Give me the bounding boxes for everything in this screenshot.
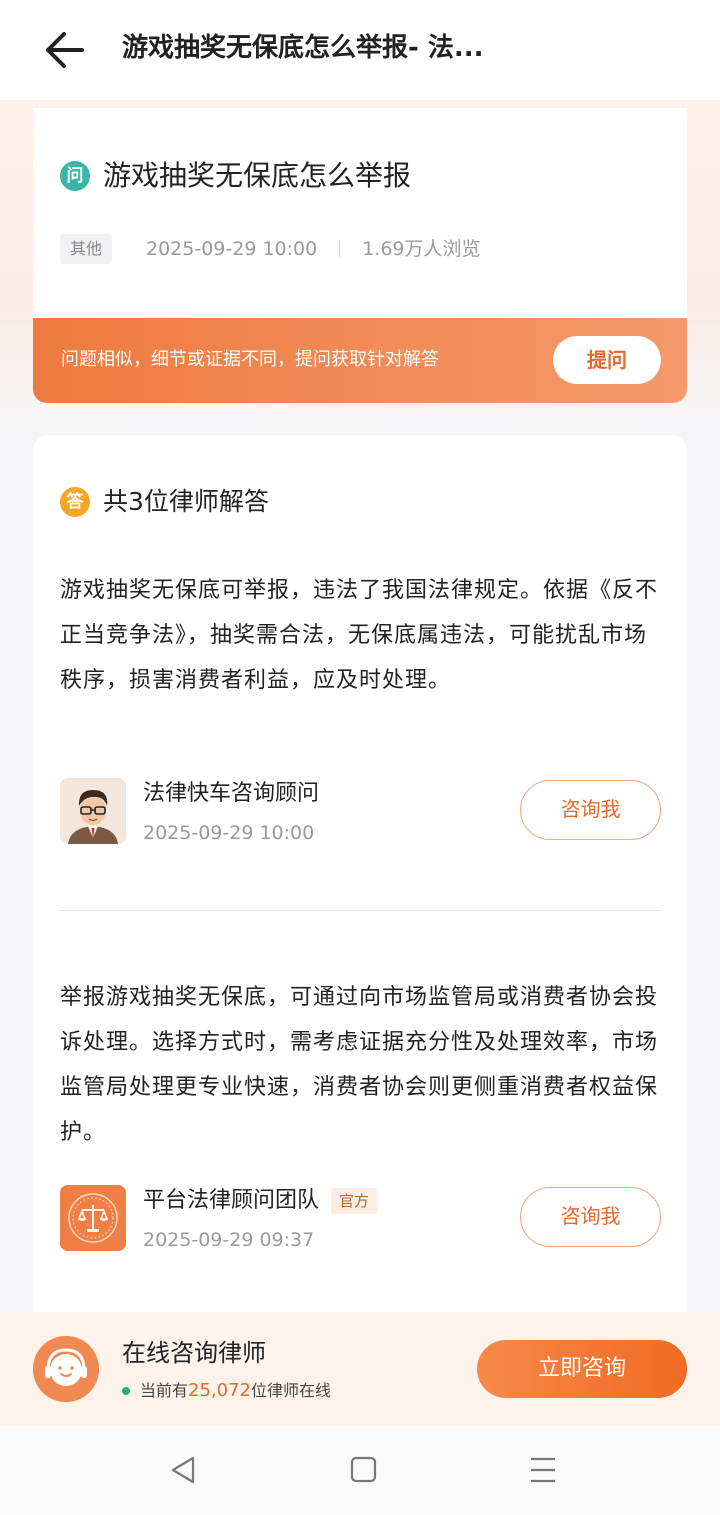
banner-text: 问题相似，细节或证据不同，提问获取针对解答 bbox=[61, 349, 439, 370]
back-button[interactable] bbox=[40, 28, 88, 72]
online-count: 25,072 bbox=[188, 1380, 251, 1401]
lawyer-name-text: 法律快车咨询顾问 bbox=[143, 781, 320, 806]
arrow-left-icon bbox=[46, 32, 84, 68]
answer-divider bbox=[60, 910, 661, 911]
team-name-text: 平台法律顾问团队 bbox=[143, 1188, 320, 1213]
question-meta: 2025-09-29 10:00 1.69万人浏览 bbox=[146, 234, 481, 264]
headset-smile-icon bbox=[33, 1336, 99, 1402]
lawyer-avatar[interactable] bbox=[60, 778, 126, 844]
consult-now-button[interactable]: 立即咨询 bbox=[477, 1340, 687, 1398]
page-title: 游戏抽奖无保底怎么举报- 法... bbox=[122, 33, 484, 63]
square-home-icon bbox=[350, 1456, 377, 1483]
online-status: 当前有 25,072 位律师在线 bbox=[122, 1378, 331, 1404]
ask-banner: 问题相似，细节或证据不同，提问获取针对解答 提问 bbox=[33, 318, 687, 403]
scales-of-justice-logo-icon bbox=[60, 1185, 126, 1251]
nav-back-button[interactable] bbox=[165, 1454, 201, 1486]
meta-divider bbox=[339, 241, 341, 257]
answer-time: 2025-09-29 09:37 bbox=[143, 1229, 315, 1251]
answer-time: 2025-09-29 10:00 bbox=[143, 822, 315, 844]
online-consult-bar: 在线咨询律师 当前有 25,072 位律师在线 立即咨询 bbox=[0, 1312, 720, 1426]
answer-text: 举报游戏抽奖无保底，可通过向市场监管局或消费者协会投诉处理。选择方式时，需考虑证… bbox=[60, 985, 659, 1145]
question-icon: 问 bbox=[60, 161, 90, 191]
nav-menu-button[interactable] bbox=[525, 1454, 561, 1486]
consult-me-button[interactable]: 咨询我 bbox=[520, 1187, 661, 1247]
nav-home-button[interactable] bbox=[345, 1454, 381, 1486]
team-name[interactable]: 平台法律顾问团队 官方 bbox=[143, 1184, 378, 1218]
question-datetime: 2025-09-29 10:00 bbox=[146, 238, 318, 260]
official-badge: 官方 bbox=[331, 1188, 378, 1214]
system-nav-bar bbox=[0, 1426, 720, 1515]
status-suffix: 位律师在线 bbox=[251, 1381, 332, 1400]
consult-title: 在线咨询律师 bbox=[122, 1339, 266, 1367]
triangle-back-icon bbox=[171, 1456, 195, 1484]
answer-icon: 答 bbox=[60, 487, 90, 517]
status-prefix: 当前有 bbox=[140, 1381, 189, 1400]
consult-me-button[interactable]: 咨询我 bbox=[520, 780, 661, 840]
team-avatar[interactable] bbox=[60, 1185, 126, 1251]
answers-card: 答 共3位律师解答 游戏抽奖无保底可举报，违法了我国法律规定。依据《反不正当竞争… bbox=[33, 435, 687, 1335]
answers-heading: 共3位律师解答 bbox=[103, 487, 269, 516]
online-dot-icon bbox=[122, 1387, 130, 1395]
ask-question-button[interactable]: 提问 bbox=[553, 336, 661, 384]
answer-text: 游戏抽奖无保底可举报，违法了我国法律规定。依据《反不正当竞争法》，抽奖需合法，无… bbox=[60, 578, 659, 693]
lawyer-cartoon-avatar-icon bbox=[60, 778, 126, 844]
view-count: 1.69万人浏览 bbox=[362, 238, 481, 260]
lawyer-name[interactable]: 法律快车咨询顾问 bbox=[143, 777, 319, 811]
menu-lines-icon bbox=[531, 1457, 555, 1483]
category-tag[interactable]: 其他 bbox=[60, 234, 113, 264]
question-title: 游戏抽奖无保底怎么举报 bbox=[103, 159, 412, 192]
top-bar: 游戏抽奖无保底怎么举报- 法... bbox=[0, 0, 720, 100]
question-card: 问 游戏抽奖无保底怎么举报 其他 2025-09-29 10:00 1.69万人… bbox=[33, 108, 687, 318]
consult-avatar bbox=[33, 1336, 99, 1402]
